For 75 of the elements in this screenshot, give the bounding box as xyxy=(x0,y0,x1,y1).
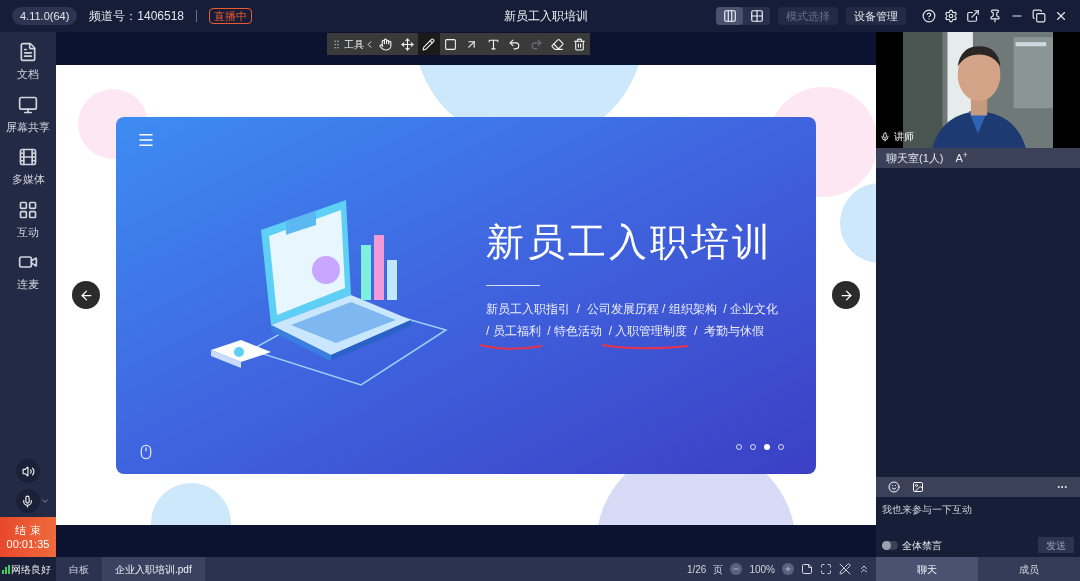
zoom-level: 100% xyxy=(749,562,775,577)
settings-icon[interactable] xyxy=(944,9,958,23)
microphone-button[interactable] xyxy=(15,489,40,513)
network-status: 网络良好 xyxy=(11,562,51,577)
signal-icon xyxy=(2,564,10,574)
window-title: 新员工入职培训 xyxy=(504,8,589,25)
sidebar-item[interactable]: 文档 xyxy=(0,36,56,89)
monitor-icon xyxy=(18,94,38,115)
external-link-icon[interactable] xyxy=(966,9,980,23)
minus-icon xyxy=(732,565,741,573)
end-button[interactable]: 结 束 00:01:35 xyxy=(0,517,56,557)
chat-title: 聊天室(1人) xyxy=(886,150,944,166)
document-tab[interactable]: 企业入职培训.pdf xyxy=(102,557,205,581)
version-label: 4.11.0(64) xyxy=(12,6,78,26)
pen-icon xyxy=(422,37,436,51)
emoji-icon[interactable] xyxy=(888,481,900,493)
slide-title: 新员工入职培训 xyxy=(486,219,774,265)
font-size-button[interactable]: A$^{+}$ xyxy=(955,149,968,167)
move-icon xyxy=(400,37,414,51)
undo-icon xyxy=(508,37,522,51)
note-icon[interactable] xyxy=(801,563,813,575)
square-icon xyxy=(443,37,457,51)
microphone-icon xyxy=(21,494,34,508)
toolbar-label: 工具 xyxy=(344,37,364,52)
page-number: 1/26 xyxy=(686,562,707,577)
restore-icon[interactable] xyxy=(1032,9,1046,23)
drag-handle-icon[interactable] xyxy=(331,38,342,50)
trash-icon xyxy=(572,37,586,51)
layout-icon xyxy=(722,9,737,23)
document-tab[interactable]: 白板 xyxy=(56,557,102,581)
chat-tab[interactable]: 成员 xyxy=(978,557,1080,581)
page-unit: 页 xyxy=(713,562,724,577)
tool-button[interactable] xyxy=(418,33,440,55)
sidebar-item[interactable]: 多媒体 xyxy=(0,141,56,194)
mute-label: 全体禁言 xyxy=(902,538,942,553)
close-icon[interactable] xyxy=(1054,9,1068,23)
grid-icon xyxy=(18,199,38,220)
eraser-icon xyxy=(551,37,565,51)
fullscreen-icon[interactable] xyxy=(820,563,832,575)
slide-subtitle: 新员工入职指引 / 公司发展历程 / 组织架构 / 企业文化 xyxy=(486,300,779,318)
sidebar-item[interactable]: 互动 xyxy=(0,193,56,246)
dropdown-icon[interactable] xyxy=(39,496,50,506)
speaker-icon xyxy=(21,464,35,478)
film-icon xyxy=(18,147,38,167)
mute-toggle[interactable] xyxy=(882,540,898,550)
document-icon xyxy=(18,42,38,62)
speaker-button[interactable] xyxy=(16,459,40,483)
sidebar-item[interactable]: 连麦 xyxy=(0,246,56,299)
pen-off-icon[interactable] xyxy=(839,563,851,575)
plus-icon xyxy=(784,565,792,573)
next-slide-button[interactable] xyxy=(832,281,860,309)
previous-slide-button[interactable] xyxy=(72,281,100,309)
channel-number: 频道号：1406518 xyxy=(89,8,185,25)
arrow-right-icon xyxy=(838,287,854,303)
slide-subtitle: / 员工福利 / 特色活动 / 入职管理制度 / 考勤与休假 xyxy=(486,322,765,340)
zoom-in-button[interactable] xyxy=(782,563,794,575)
message-input[interactable]: 我也来参与一下互动 xyxy=(876,497,1080,533)
send-button[interactable]: 发送 xyxy=(1038,537,1074,553)
mouse-icon xyxy=(138,443,154,460)
help-icon[interactable] xyxy=(922,9,936,23)
layout-button[interactable] xyxy=(716,7,743,25)
live-badge: 直播中 xyxy=(209,8,253,24)
device-button[interactable]: 设备管理 xyxy=(846,7,906,25)
microphone-icon xyxy=(880,131,890,142)
redo-icon xyxy=(529,37,543,51)
hand-icon xyxy=(379,37,393,51)
chat-tab[interactable]: 聊天 xyxy=(876,557,978,581)
grid-icon xyxy=(749,9,764,23)
sidebar-item[interactable]: 屏幕共享 xyxy=(0,88,56,141)
chevrons-up-icon[interactable] xyxy=(858,563,870,575)
text-icon xyxy=(486,37,500,51)
pin-icon[interactable] xyxy=(988,9,1002,23)
video-label: 讲师 xyxy=(894,130,914,144)
image-icon[interactable] xyxy=(912,481,924,493)
zoom-out-button[interactable] xyxy=(730,563,743,575)
